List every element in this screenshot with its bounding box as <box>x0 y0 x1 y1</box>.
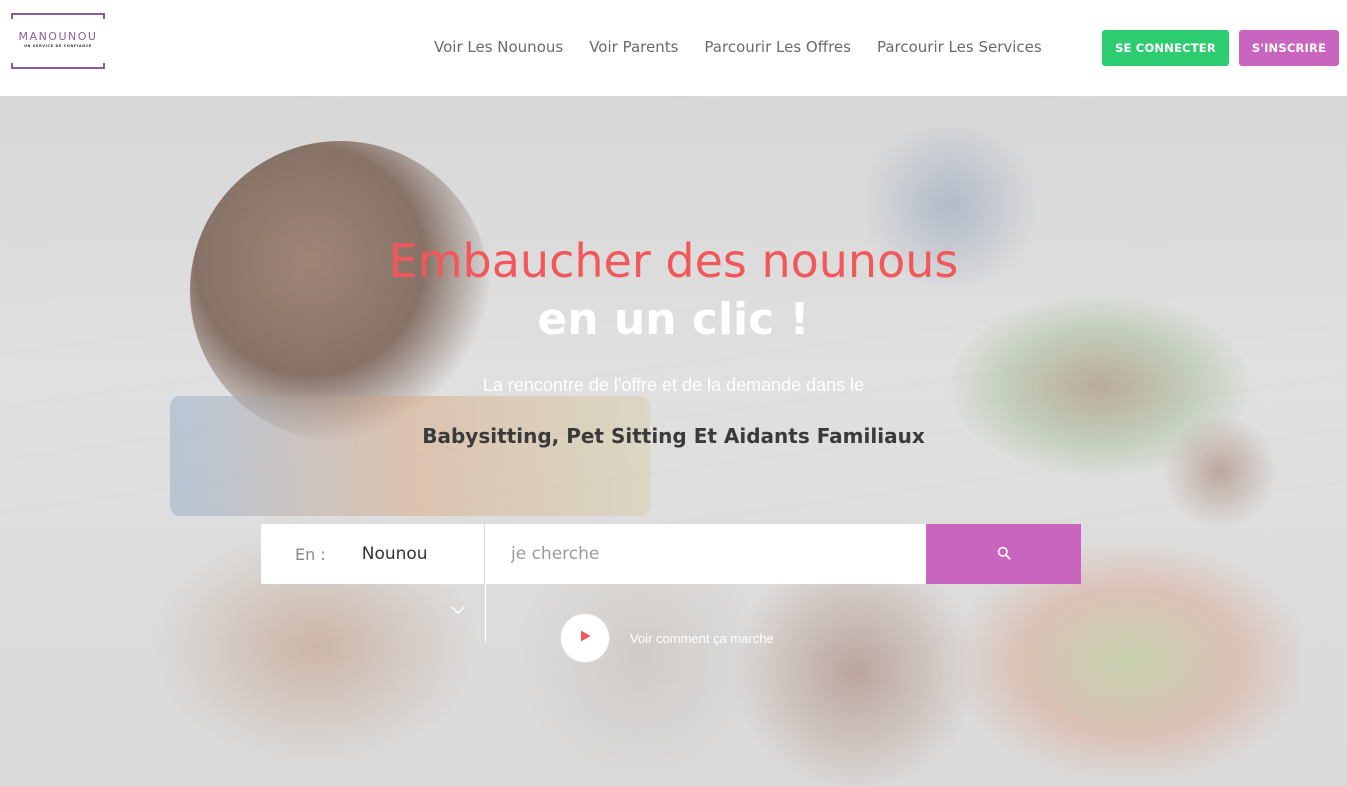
search-button[interactable] <box>926 524 1081 584</box>
logo-brand: MANOUNOU <box>18 30 98 43</box>
main-nav: Voir Les Nounous Voir Parents Parcourir … <box>434 38 1068 56</box>
login-button[interactable]: SE CONNECTER <box>1102 30 1229 66</box>
play-video-button[interactable] <box>560 613 610 663</box>
hero-headline-secondary: en un clic ! <box>537 294 810 345</box>
search-icon <box>997 546 1011 563</box>
hero-headline-primary: Embaucher des nounous <box>388 234 959 288</box>
logo-tagline: UN SERVICE DE CONFIANCE <box>24 44 92 48</box>
category-label: En : <box>295 544 326 564</box>
search-input[interactable] <box>485 524 926 584</box>
signup-button[interactable]: S'INSCRIRE <box>1239 30 1339 66</box>
search-bar: En : Nounou <box>261 524 1081 584</box>
nav-voir-parents[interactable]: Voir Parents <box>589 38 678 56</box>
site-logo[interactable]: MANOUNOU UN SERVICE DE CONFIANCE <box>11 13 105 69</box>
nav-voir-nounous[interactable]: Voir Les Nounous <box>434 38 563 56</box>
logo-frame-bottom <box>11 63 105 69</box>
hero-subtitle: La rencontre de l'offre et de la demande… <box>482 375 865 395</box>
category-select[interactable]: En : Nounou <box>261 524 485 584</box>
hero-services: Babysitting, Pet Sitting Et Aidants Fami… <box>422 424 925 448</box>
nav-parcourir-offres[interactable]: Parcourir Les Offres <box>704 38 851 56</box>
play-video-label[interactable]: Voir comment ça marche <box>630 631 774 646</box>
dropdown-divider <box>485 584 486 642</box>
logo-frame-top <box>11 13 105 19</box>
play-icon <box>578 629 592 648</box>
category-value: Nounou <box>361 544 428 564</box>
chevron-down-icon[interactable] <box>450 602 466 620</box>
nav-parcourir-services[interactable]: Parcourir Les Services <box>877 38 1042 56</box>
hero-section: Embaucher des nounous en un clic ! La re… <box>0 96 1347 786</box>
site-header: MANOUNOU UN SERVICE DE CONFIANCE Voir Le… <box>0 0 1347 96</box>
